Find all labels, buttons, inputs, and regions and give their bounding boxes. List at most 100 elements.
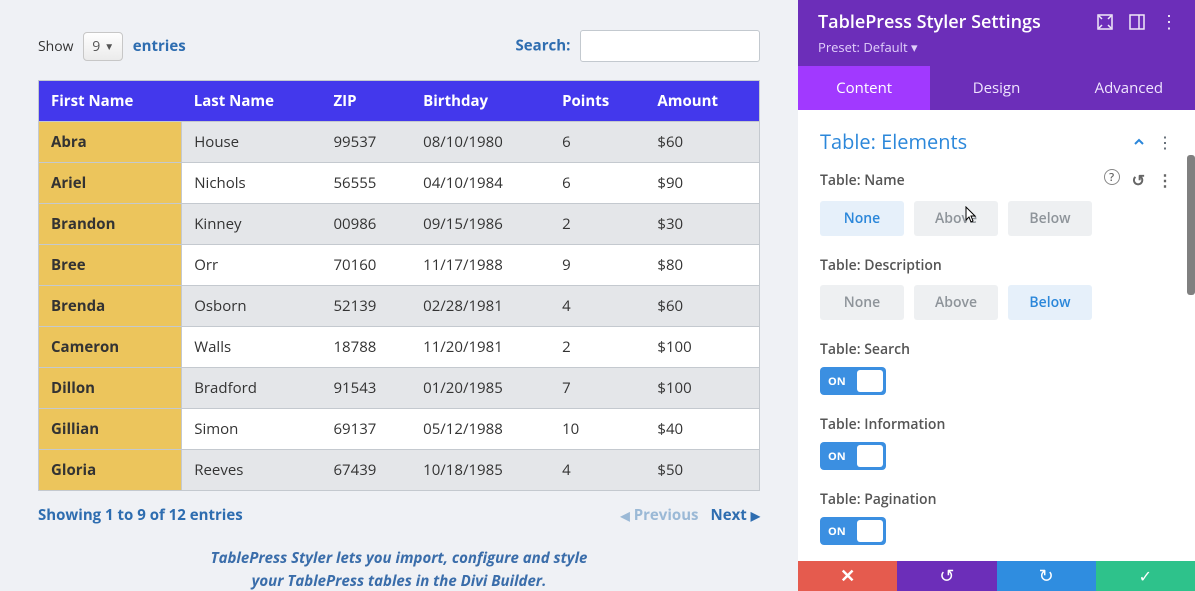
layout-icon[interactable] bbox=[1129, 14, 1145, 30]
table-row: BrendaOsborn5213902/28/19814$60 bbox=[39, 286, 760, 327]
kebab-icon[interactable]: ⋮ bbox=[1161, 14, 1177, 30]
redo-icon: ↻ bbox=[1039, 564, 1054, 588]
option-label-table-information: Table: Information bbox=[820, 415, 1173, 434]
col-0[interactable]: First Name bbox=[39, 81, 182, 122]
search-input[interactable] bbox=[580, 30, 760, 62]
option-label-table-description: Table: Description bbox=[820, 256, 942, 275]
cell: 4 bbox=[550, 450, 645, 491]
cell: Reeves bbox=[182, 450, 322, 491]
table-name-above[interactable]: Above bbox=[914, 201, 998, 236]
cell: $90 bbox=[645, 163, 759, 204]
cell: Abra bbox=[39, 122, 182, 163]
next-label: Next bbox=[711, 505, 747, 525]
cell: Gillian bbox=[39, 409, 182, 450]
table-name-none[interactable]: None bbox=[820, 201, 904, 236]
table-row: DillonBradford9154301/20/19857$100 bbox=[39, 368, 760, 409]
preset-selector[interactable]: Preset: Default ▾ bbox=[818, 38, 1177, 56]
datatable-top: Show 9 ▼ entries Search: bbox=[38, 30, 760, 62]
col-2[interactable]: ZIP bbox=[321, 81, 411, 122]
scrollbar-thumb[interactable] bbox=[1187, 155, 1195, 295]
length-value: 9 bbox=[92, 37, 100, 56]
table-description-below[interactable]: Below bbox=[1008, 285, 1092, 320]
table-name-below[interactable]: Below bbox=[1008, 201, 1092, 236]
previous-label: Previous bbox=[634, 505, 699, 525]
caret-down-icon: ▼ bbox=[104, 39, 114, 53]
cell: 02/28/1981 bbox=[411, 286, 550, 327]
cell: 01/20/1985 bbox=[411, 368, 550, 409]
bottom-action-bar: ✕ ↺ ↻ ✓ bbox=[798, 561, 1195, 591]
cell: 04/10/1984 bbox=[411, 163, 550, 204]
preview-area: Show 9 ▼ entries Search: First NameLast … bbox=[0, 0, 798, 591]
undo-icon[interactable]: ↺ bbox=[1132, 169, 1145, 191]
cell: Gloria bbox=[39, 450, 182, 491]
option-kebab-icon[interactable]: ⋮ bbox=[1157, 169, 1173, 191]
table-info: Showing 1 to 9 of 12 entries bbox=[38, 505, 243, 525]
cell: 10/18/1985 bbox=[411, 450, 550, 491]
cell: 91543 bbox=[321, 368, 411, 409]
cell: $60 bbox=[645, 122, 759, 163]
cell: $100 bbox=[645, 327, 759, 368]
entries-label: entries bbox=[133, 36, 186, 56]
pagination: ◀ Previous Next ▶ bbox=[620, 505, 760, 525]
show-label: Show bbox=[38, 37, 74, 56]
save-button[interactable]: ✓ bbox=[1096, 561, 1195, 591]
table-row: BrandonKinney0098609/15/19862$30 bbox=[39, 204, 760, 245]
cell: 9 bbox=[550, 245, 645, 286]
section-kebab-icon[interactable]: ⋮ bbox=[1157, 131, 1173, 153]
length-select[interactable]: 9 ▼ bbox=[83, 32, 123, 61]
cell: 67439 bbox=[321, 450, 411, 491]
cell: 08/10/1980 bbox=[411, 122, 550, 163]
expand-icon[interactable] bbox=[1097, 14, 1113, 30]
cell: 7 bbox=[550, 368, 645, 409]
chevron-up-icon[interactable] bbox=[1133, 136, 1145, 148]
cell: 09/15/1986 bbox=[411, 204, 550, 245]
toggle-table-pagination[interactable]: ON bbox=[820, 517, 886, 545]
col-1[interactable]: Last Name bbox=[182, 81, 322, 122]
tab-content[interactable]: Content bbox=[798, 66, 930, 110]
search-control: Search: bbox=[516, 30, 760, 62]
option-label-table-pagination: Table: Pagination bbox=[820, 490, 1173, 509]
tab-design[interactable]: Design bbox=[930, 66, 1062, 110]
cell: 10 bbox=[550, 409, 645, 450]
cell: Osborn bbox=[182, 286, 322, 327]
cell: Walls bbox=[182, 327, 322, 368]
cell: $100 bbox=[645, 368, 759, 409]
next-button[interactable]: Next ▶ bbox=[711, 505, 760, 525]
module-caption: TablePress Styler lets you import, confi… bbox=[38, 547, 760, 591]
cell: Ariel bbox=[39, 163, 182, 204]
previous-button[interactable]: ◀ Previous bbox=[620, 505, 698, 525]
help-icon[interactable]: ? bbox=[1104, 169, 1120, 185]
discard-button[interactable]: ✕ bbox=[798, 561, 897, 591]
cell: Cameron bbox=[39, 327, 182, 368]
toggle-table-search[interactable]: ON bbox=[820, 367, 886, 395]
table-header-row: First NameLast NameZIPBirthdayPointsAmou… bbox=[39, 81, 760, 122]
table-description-none[interactable]: None bbox=[820, 285, 904, 320]
col-3[interactable]: Birthday bbox=[411, 81, 550, 122]
toggle-table-information[interactable]: ON bbox=[820, 442, 886, 470]
cell: Simon bbox=[182, 409, 322, 450]
cell: $30 bbox=[645, 204, 759, 245]
table-description-above[interactable]: Above bbox=[914, 285, 998, 320]
cell: House bbox=[182, 122, 322, 163]
caption-line-2: your TablePress tables in the Divi Build… bbox=[38, 570, 760, 591]
undo-button[interactable]: ↺ bbox=[897, 561, 996, 591]
col-4[interactable]: Points bbox=[550, 81, 645, 122]
option-label-table-name: Table: Name bbox=[820, 171, 905, 190]
cell: 00986 bbox=[321, 204, 411, 245]
undo-icon: ↺ bbox=[939, 564, 954, 588]
option-label-table-search: Table: Search bbox=[820, 340, 1173, 359]
tab-advanced[interactable]: Advanced bbox=[1063, 66, 1195, 110]
table-row: AbraHouse9953708/10/19806$60 bbox=[39, 122, 760, 163]
col-5[interactable]: Amount bbox=[645, 81, 759, 122]
cell: 18788 bbox=[321, 327, 411, 368]
cell: Orr bbox=[182, 245, 322, 286]
panel-header: TablePress Styler Settings ⋮ Preset: Def… bbox=[798, 0, 1195, 66]
cell: 52139 bbox=[321, 286, 411, 327]
cell: Nichols bbox=[182, 163, 322, 204]
section-title[interactable]: Table: Elements bbox=[820, 128, 967, 155]
tab-bar: Content Design Advanced bbox=[798, 66, 1195, 110]
data-table: First NameLast NameZIPBirthdayPointsAmou… bbox=[38, 80, 760, 491]
cell: Bree bbox=[39, 245, 182, 286]
cell: 99537 bbox=[321, 122, 411, 163]
redo-button[interactable]: ↻ bbox=[997, 561, 1096, 591]
